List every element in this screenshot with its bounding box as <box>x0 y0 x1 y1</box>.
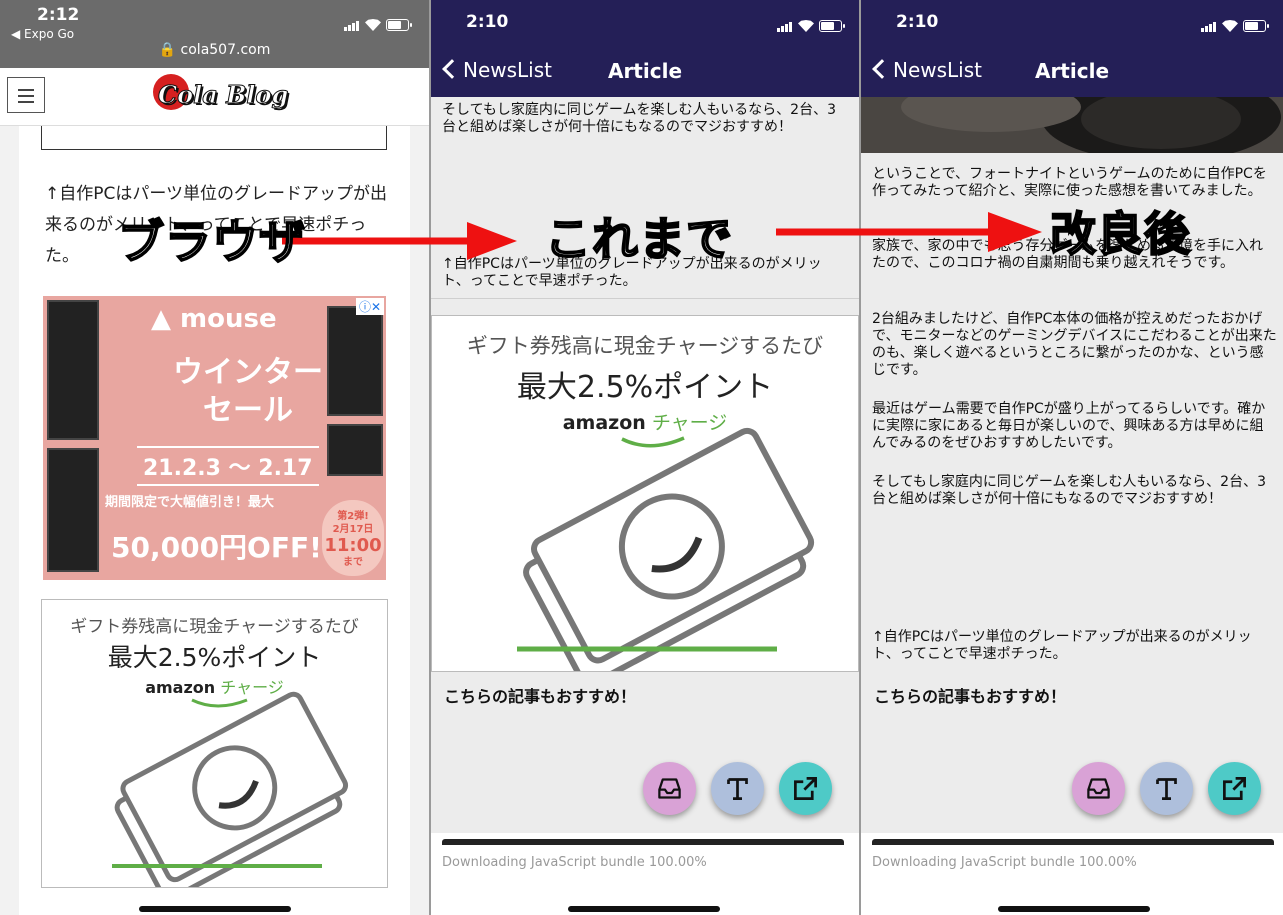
article-paragraph: ということで、フォートナイトというゲームのために自作PCを作ってみたって紹介と、… <box>872 166 1267 199</box>
article-paragraph: そしてもし家庭内に同じゲームを楽しむ人もいるなら、2台、3台と組めば楽しさが何十… <box>442 102 836 135</box>
inbox-icon <box>1087 778 1110 799</box>
article-paragraph: ↑自作PCはパーツ単位のグレードアップが出来るのがメリット、ってことで早速ポチっ… <box>872 629 1252 662</box>
wifi-icon <box>365 19 381 31</box>
menu-icon[interactable] <box>7 77 45 113</box>
pc-tower-image <box>327 306 383 416</box>
text-button[interactable] <box>711 762 764 815</box>
article-paragraph: 最近はゲーム需要で自作PCが盛り上がってるらしいです。確かに実際に家にあると毎日… <box>872 401 1266 451</box>
back-to-app-link[interactable]: ◀ Expo Go <box>11 27 74 41</box>
app-nav-bar: 2:10 NewsList Article <box>861 0 1283 97</box>
ad-discount: 50,000円OFF!! <box>111 531 335 564</box>
stamp-until: まで <box>343 557 363 568</box>
address-bar[interactable]: 🔒 cola507.com <box>0 42 429 58</box>
ad-deadline-stamp: 第2弾! 2月17日 11:00 まで <box>322 500 384 576</box>
battery-icon <box>819 20 845 32</box>
stamp-date: 第2弾! 2月17日 <box>332 511 374 535</box>
open-external-icon <box>794 777 817 800</box>
ad-choices-icon[interactable]: ⓘ✕ <box>355 298 384 315</box>
site-logo[interactable]: Cola Blog <box>157 80 288 110</box>
app-after-panel: 2:10 NewsList Article ということで、フォートナイトというゲ… <box>861 0 1283 915</box>
text-button[interactable] <box>1140 762 1193 815</box>
text-icon <box>727 778 748 800</box>
amazon-smile-icon <box>517 427 815 671</box>
gift-card-illustration <box>114 691 349 887</box>
label-after: 改良後 <box>1049 206 1191 262</box>
signal-icon <box>344 12 360 31</box>
amazon-advertisement[interactable]: ギフト券残高に現金チャージするたび 最大2.5%ポイント amazon チャージ <box>41 599 388 888</box>
stamp-time: 11:00 <box>324 535 382 556</box>
battery-icon <box>386 19 412 31</box>
status-icons <box>777 13 845 32</box>
separator <box>431 298 859 299</box>
nav-title: Article <box>1034 59 1110 83</box>
article-paragraph: 2台組みましたけど、自作PC本体の価格が控えめだったおかげで、モニターなどのゲー… <box>872 311 1277 378</box>
open-external-icon <box>1223 777 1246 800</box>
recommended-heading: こちらの記事もおすすめ！ <box>874 687 1067 706</box>
app-before-panel: 2:10 NewsList Article そしてもし家庭内に同じゲームを楽しむ… <box>431 0 859 915</box>
home-indicator[interactable] <box>568 906 720 912</box>
label-before: これまで <box>544 211 733 267</box>
pc-tower-image <box>47 300 99 440</box>
open-external-button[interactable] <box>1208 762 1261 815</box>
label-browser: ブラウザ <box>117 214 306 270</box>
text-icon <box>1156 778 1177 800</box>
inbox-button[interactable] <box>643 762 696 815</box>
inbox-icon <box>658 778 681 799</box>
status-time: 2:10 <box>896 12 939 32</box>
home-indicator[interactable] <box>998 906 1150 912</box>
laptop-image <box>327 424 383 476</box>
status-icons <box>1201 13 1269 32</box>
site-header: Cola Blog <box>0 68 429 126</box>
article-paragraph: そしてもし家庭内に同じゲームを楽しむ人もいるなら、2台、3台と組めば楽しさが何十… <box>872 474 1266 507</box>
status-time: 2:12 <box>37 5 80 25</box>
ad-limit-text: 期間限定で大幅値引き！最大 <box>105 495 275 510</box>
amazon-advertisement[interactable]: ギフト券残高に現金チャージするたび 最大2.5%ポイント amazon チャージ <box>431 315 859 672</box>
download-status-bar: Downloading JavaScript bundle 100.00% <box>431 833 859 915</box>
ad-sale-title: ウインター セール <box>173 355 323 428</box>
pc-tower-image <box>47 448 99 572</box>
browser-status-bar: 2:12 ◀ Expo Go 🔒 cola507.com <box>0 0 429 68</box>
browser-panel: 2:12 ◀ Expo Go 🔒 cola507.com Cola Blog ↑… <box>0 0 429 915</box>
article-photo <box>861 97 1283 153</box>
open-external-button[interactable] <box>779 762 832 815</box>
status-icons <box>344 12 412 31</box>
ad-brand: ▲ mouse <box>151 304 277 334</box>
recommended-heading: こちらの記事もおすすめ！ <box>444 687 637 706</box>
nav-title: Article <box>607 59 683 83</box>
battery-icon <box>1243 20 1269 32</box>
download-strip <box>442 839 844 845</box>
download-strip <box>872 839 1274 845</box>
signal-icon <box>1201 13 1217 32</box>
embed-frame <box>41 126 387 150</box>
home-indicator[interactable] <box>139 906 291 912</box>
download-text: Downloading JavaScript bundle 100.00% <box>872 855 1137 870</box>
gift-card-illustration <box>523 427 815 671</box>
app-nav-bar: 2:10 NewsList Article <box>431 0 859 97</box>
signal-icon <box>777 13 793 32</box>
status-time: 2:10 <box>466 12 509 32</box>
ad-dates: 21.2.3 ～ 2.17 <box>137 446 319 486</box>
mouse-advertisement[interactable]: ⓘ✕ ▲ mouse ウインター セール 21.2.3 ～ 2.17 期間限定で… <box>43 296 386 580</box>
inbox-button[interactable] <box>1072 762 1125 815</box>
amazon-smile-icon <box>112 691 349 887</box>
download-text: Downloading JavaScript bundle 100.00% <box>442 855 707 870</box>
download-status-bar: Downloading JavaScript bundle 100.00% <box>861 833 1283 915</box>
wifi-icon <box>798 20 814 32</box>
wifi-icon <box>1222 20 1238 32</box>
